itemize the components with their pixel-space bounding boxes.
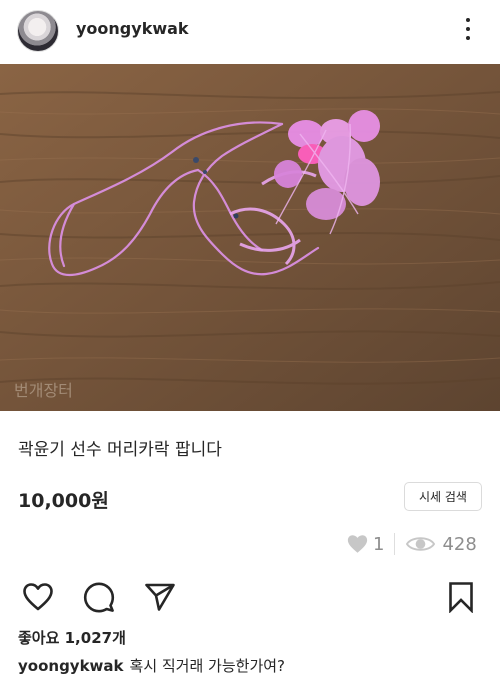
post-photo[interactable]: 번개장터 [0, 64, 500, 411]
bookmark-icon[interactable] [444, 580, 478, 614]
price-check-button[interactable]: 시세 검색 [404, 482, 482, 511]
avatar[interactable] [17, 10, 59, 52]
hair-on-wood-image: 번개장터 [0, 64, 500, 411]
divider [394, 533, 396, 555]
send-icon[interactable] [143, 580, 177, 614]
heart-outline-icon[interactable] [21, 580, 55, 614]
post-header: yoongykwak [0, 0, 500, 62]
likes-count[interactable]: 좋아요 1,027개 [18, 627, 126, 648]
post-title: 곽윤기 선수 머리카락 팝니다 [18, 440, 222, 460]
view-count: 428 [442, 533, 477, 555]
like-count: 1 [373, 533, 385, 555]
caption: yoongykwak 혹시 직거래 가능한가여? [18, 655, 285, 676]
photo-watermark: 번개장터 [14, 381, 73, 400]
comment-icon[interactable] [82, 580, 116, 614]
price: 10,000원 [18, 490, 109, 512]
caption-text: 혹시 직거래 가능한가여? [129, 657, 286, 675]
more-vertical-icon[interactable] [458, 16, 478, 44]
heart-icon [347, 535, 368, 553]
action-bar [0, 580, 500, 614]
eye-icon [406, 537, 436, 551]
caption-username[interactable]: yoongykwak [18, 657, 124, 675]
post-stats: 1 428 [347, 532, 477, 556]
username[interactable]: yoongykwak [76, 19, 189, 38]
